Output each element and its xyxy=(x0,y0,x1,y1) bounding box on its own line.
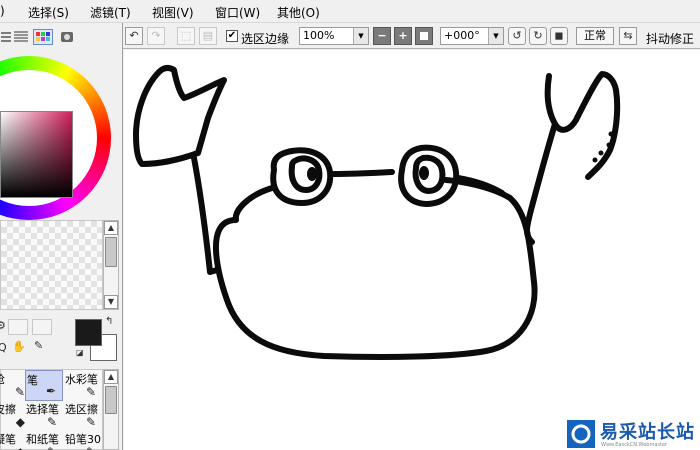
select-eraser-icon: ✎ xyxy=(85,415,96,429)
claw-dot xyxy=(606,142,612,148)
select-pen-icon: ✎ xyxy=(46,415,57,429)
color-tab-grid[interactable] xyxy=(33,29,53,45)
empty-slot[interactable] xyxy=(32,319,52,335)
undo-button[interactable]: ↶ xyxy=(125,27,143,45)
menu-bar: ) 选择(S) 滤镜(T) 视图(V) 窗口(W) 其他(O) xyxy=(0,0,700,23)
color-selector: ⚙ Q ✋ ✎ ↰ ◪ xyxy=(0,313,122,368)
menu-filter[interactable]: 滤镜(T) xyxy=(90,4,131,21)
scroll-down-icon[interactable]: ▼ xyxy=(104,295,118,309)
flip-horizontal-button[interactable]: ⇆ xyxy=(619,27,637,45)
airbrush-icon: ✎ xyxy=(14,385,25,399)
menu-other[interactable]: 其他(O) xyxy=(277,4,320,21)
swap-colors-icon[interactable]: ↰ xyxy=(105,316,113,327)
tool-watercolor[interactable]: 水彩笔 ✎ xyxy=(64,370,102,401)
menu-view[interactable]: 视图(V) xyxy=(152,4,194,21)
pen-icon: ✒ xyxy=(45,384,56,398)
rotation-reset-button[interactable]: ◼ xyxy=(550,27,568,45)
scroll-thumb[interactable] xyxy=(105,237,117,267)
tool-washi[interactable]: 和纸笔 ✎ xyxy=(25,430,63,450)
watermark-text: 易采站长站 xyxy=(600,422,695,443)
hand-icon[interactable]: ✋ xyxy=(12,340,26,353)
stabilizer-label: 抖动修正 xyxy=(646,32,695,46)
settings-gear-icon[interactable]: ⚙ xyxy=(0,319,6,332)
empty-slot[interactable] xyxy=(8,319,28,335)
zoom-icon[interactable]: Q xyxy=(0,341,7,354)
tool-select-eraser[interactable]: 选区擦 ✎ xyxy=(64,400,102,431)
site-watermark: 易采站长站 Www.EasckCN.Webmaster xyxy=(565,418,700,450)
crab-right-pupil xyxy=(419,166,429,180)
blur-icon: ◆ xyxy=(16,445,25,450)
color-panel-tabs xyxy=(0,27,122,47)
scroll-up-icon[interactable]: ▲ xyxy=(104,221,118,235)
chevron-down-icon: ▼ xyxy=(488,28,503,44)
washi-icon: ✎ xyxy=(47,445,57,450)
scroll-up-icon[interactable]: ▲ xyxy=(104,370,118,384)
selection-edge-label: 选区边缘 xyxy=(241,32,290,46)
drawing-canvas[interactable] xyxy=(124,50,700,450)
deselect-button[interactable]: ⬚ xyxy=(177,27,195,45)
scroll-thumb[interactable] xyxy=(105,386,117,414)
tool-pencil[interactable]: 铅笔30 ✎ xyxy=(64,430,102,450)
invert-selection-button[interactable]: ▤ xyxy=(199,27,217,45)
menu-window[interactable]: 窗口(W) xyxy=(215,4,260,21)
zoom-select[interactable]: 100% ▼ xyxy=(299,27,369,45)
zoom-in-button[interactable]: + xyxy=(394,27,412,45)
selection-edge-checkbox[interactable]: ✔ xyxy=(226,30,238,42)
watermark-logo-icon xyxy=(567,420,595,448)
claw-dot xyxy=(592,157,598,163)
zoom-out-button[interactable]: − xyxy=(373,27,391,45)
crab-body xyxy=(212,177,538,360)
color-tab-swatch[interactable] xyxy=(57,29,77,45)
crab-right-claw xyxy=(544,71,621,180)
canvas-toolbar: ↶ ↷ ⬚ ▤ ✔ 选区边缘 100% ▼ − + +000° ▼ ↺ ↻ ◼ … xyxy=(123,23,700,49)
foreground-color[interactable] xyxy=(75,319,102,346)
menu-edit[interactable]: ) xyxy=(0,4,5,18)
left-panel: ▲ ▼ ⚙ Q ✋ ✎ ↰ ◪ 枪 ✎ 笔 ✒ 水彩笔 ✎ 皮擦 ◆ xyxy=(0,23,123,450)
watermark-url: Www.EasckCN.Webmaster xyxy=(601,442,668,448)
swatch-scrollbar[interactable]: ▲ ▼ xyxy=(103,220,119,310)
rotation-select[interactable]: +000° ▼ xyxy=(440,27,504,45)
crab-drawing xyxy=(133,64,621,360)
pencil-icon: ✎ xyxy=(86,445,96,450)
color-tab-lines[interactable] xyxy=(11,29,31,45)
claw-dot xyxy=(598,150,604,156)
zoom-reset-button[interactable] xyxy=(415,27,433,45)
crab-mouth xyxy=(331,169,395,177)
tool-select-pen[interactable]: 选择笔 ✎ xyxy=(25,400,63,431)
swatch-scratchpad[interactable] xyxy=(0,220,103,310)
rotate-left-button[interactable]: ↺ xyxy=(508,27,526,45)
rotate-right-button[interactable]: ↻ xyxy=(529,27,547,45)
tool-pen[interactable]: 笔 ✒ xyxy=(25,370,63,401)
blend-normal-button[interactable]: 正常 xyxy=(576,27,614,45)
tool-palette: 枪 ✎ 笔 ✒ 水彩笔 ✎ 皮擦 ◆ 选择笔 ✎ 选区擦 ✎ 凝笔 ◆ 和纸笔 xyxy=(0,369,103,450)
eyedropper-icon[interactable]: ✎ xyxy=(34,339,43,352)
eraser-icon: ◆ xyxy=(15,415,25,429)
redo-button[interactable]: ↷ xyxy=(147,27,165,45)
watercolor-icon: ✎ xyxy=(85,385,96,399)
chevron-down-icon: ▼ xyxy=(353,28,368,44)
crab-right-arm xyxy=(524,121,558,245)
tool-scrollbar[interactable]: ▲ xyxy=(103,369,119,450)
saturation-value-square[interactable] xyxy=(0,111,73,198)
claw-dot xyxy=(608,131,614,137)
color-wheel-area xyxy=(0,49,122,239)
menu-select[interactable]: 选择(S) xyxy=(28,4,69,21)
reset-colors-icon[interactable]: ◪ xyxy=(76,348,84,357)
crab-left-pupil xyxy=(307,167,317,181)
crab-left-claw xyxy=(133,64,227,167)
